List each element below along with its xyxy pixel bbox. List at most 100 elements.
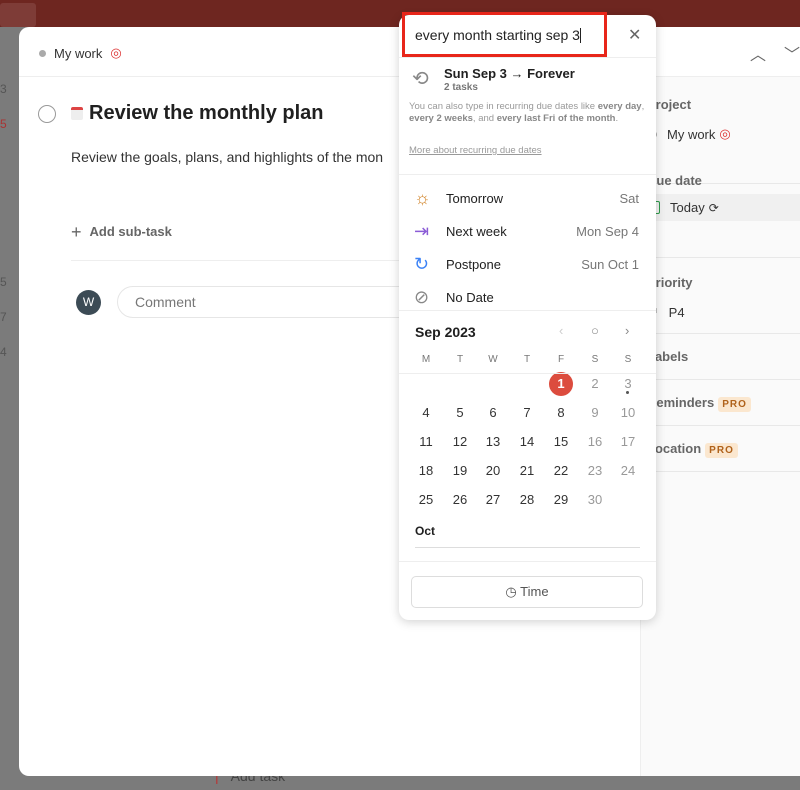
reminders-label: Reminders bbox=[647, 395, 715, 410]
time-button[interactable]: ◷ Time bbox=[411, 576, 643, 608]
target-emoji-icon: ◎ bbox=[719, 126, 731, 141]
divider bbox=[399, 561, 656, 562]
option-name: No Date bbox=[446, 290, 494, 305]
calendar-day[interactable]: 20 bbox=[481, 459, 505, 483]
due-date-input[interactable]: every month starting sep 3 bbox=[402, 12, 607, 57]
calendar-day[interactable]: 24 bbox=[616, 459, 640, 483]
clock-icon: ◷ bbox=[505, 584, 517, 599]
weekday-header: W bbox=[488, 354, 498, 365]
calendar-day[interactable]: 30 bbox=[583, 488, 607, 512]
calendar-day[interactable]: 10 bbox=[616, 401, 640, 425]
labels-field[interactable]: Labels bbox=[647, 349, 800, 364]
calendar-day[interactable]: 14 bbox=[515, 430, 539, 454]
calendar-day[interactable]: 21 bbox=[515, 459, 539, 483]
date-option-next-week[interactable]: ⇥ Next week Mon Sep 4 bbox=[399, 215, 656, 248]
calendar-day[interactable]: 26 bbox=[448, 488, 472, 512]
recurring-hint: You can also type in recurring due dates… bbox=[409, 101, 645, 124]
weekday-header: S bbox=[624, 354, 632, 365]
calendar-day[interactable]: 13 bbox=[481, 430, 505, 454]
divider bbox=[399, 57, 656, 58]
date-option-postpone[interactable]: ↻ Postpone Sun Oct 1 bbox=[399, 248, 656, 281]
task-title-text: Review the monthly plan bbox=[89, 102, 324, 124]
project-label: Project bbox=[647, 97, 692, 112]
next-week-icon: ⇥ bbox=[414, 221, 430, 241]
due-date-value: Today bbox=[670, 200, 705, 215]
close-icon[interactable]: ✕ bbox=[628, 25, 641, 45]
calendar-day[interactable]: 17 bbox=[616, 430, 640, 454]
top-bar-button[interactable] bbox=[0, 3, 36, 27]
bg-count: 3 bbox=[0, 82, 7, 96]
previous-month-icon[interactable]: ‹ bbox=[559, 323, 563, 338]
calendar-day[interactable]: 9 bbox=[583, 401, 607, 425]
priority-label: Priority bbox=[647, 275, 693, 290]
project-dot-icon bbox=[39, 49, 46, 57]
previous-task-icon[interactable]: ︿ bbox=[750, 41, 766, 65]
calendar-day[interactable]: 29 bbox=[549, 488, 573, 512]
bg-count: 5 bbox=[0, 117, 7, 131]
calendar-day[interactable]: 16 bbox=[583, 430, 607, 454]
next-task-icon[interactable]: ﹀ bbox=[784, 41, 800, 65]
divider bbox=[399, 310, 656, 311]
recurring-suggestion[interactable]: Sun Sep 3 → Forever 2 tasks bbox=[444, 66, 575, 93]
calendar-day[interactable]: 11 bbox=[414, 430, 438, 454]
divider bbox=[645, 257, 800, 258]
calendar-emoji-icon bbox=[71, 107, 83, 120]
due-date-label: Due date bbox=[647, 173, 702, 188]
calendar-day[interactable]: 8 bbox=[549, 401, 573, 425]
calendar-day[interactable]: 6 bbox=[481, 401, 505, 425]
recurring-help-link[interactable]: More about recurring due dates bbox=[409, 145, 542, 156]
date-option-tomorrow[interactable]: ☼ Tomorrow Sat bbox=[399, 182, 656, 215]
calendar-day[interactable]: 2 bbox=[583, 372, 607, 396]
divider bbox=[645, 379, 800, 380]
project-value: My work bbox=[667, 126, 716, 142]
recurring-icon: ⟲ bbox=[412, 68, 429, 90]
divider bbox=[645, 425, 800, 426]
sun-icon: ☼ bbox=[414, 188, 431, 208]
selected-dot-icon bbox=[626, 391, 629, 394]
calendar-day[interactable]: 7 bbox=[515, 401, 539, 425]
calendar-day[interactable]: 3 bbox=[616, 372, 640, 396]
calendar-day[interactable]: 12 bbox=[448, 430, 472, 454]
option-name: Postpone bbox=[446, 257, 501, 272]
time-label: Time bbox=[520, 584, 549, 599]
postpone-icon: ↻ bbox=[414, 254, 430, 274]
weekday-header: F bbox=[557, 354, 565, 365]
divider bbox=[645, 471, 800, 472]
next-month-icon[interactable]: › bbox=[625, 323, 629, 338]
priority-field[interactable]: Priority⚐P4 bbox=[647, 275, 800, 320]
calendar-day[interactable]: 18 bbox=[414, 459, 438, 483]
calendar-day[interactable]: 23 bbox=[583, 459, 607, 483]
current-month-icon[interactable]: ○ bbox=[591, 323, 599, 338]
weekday-header: M bbox=[421, 354, 431, 365]
add-subtask-label: Add sub-task bbox=[89, 224, 172, 239]
project-breadcrumb[interactable]: My work ◎ bbox=[39, 45, 122, 61]
option-date: Sun Oct 1 bbox=[581, 257, 639, 272]
calendar-day[interactable]: 5 bbox=[448, 401, 472, 425]
due-date-field[interactable]: Due date Today ⟳ bbox=[641, 173, 800, 221]
pro-badge: PRO bbox=[705, 443, 738, 458]
calendar-day[interactable]: 4 bbox=[414, 401, 438, 425]
plus-icon: + bbox=[71, 222, 82, 242]
calendar-day[interactable]: 19 bbox=[448, 459, 472, 483]
option-date: Mon Sep 4 bbox=[576, 224, 639, 239]
divider bbox=[645, 333, 800, 334]
divider bbox=[399, 373, 656, 374]
calendar-month: Sep 2023 bbox=[415, 324, 476, 340]
bg-count: 7 bbox=[0, 310, 7, 324]
calendar-day[interactable]: 27 bbox=[481, 488, 505, 512]
pro-badge: PRO bbox=[718, 397, 751, 412]
project-field[interactable]: Project My work ◎ bbox=[647, 97, 800, 142]
reminders-field[interactable]: Reminders PRO bbox=[647, 395, 800, 412]
calendar-day[interactable]: 25 bbox=[414, 488, 438, 512]
target-emoji-icon: ◎ bbox=[110, 45, 122, 60]
weekday-header: S bbox=[591, 354, 599, 365]
task-title[interactable]: Review the monthly plan bbox=[71, 102, 323, 125]
add-subtask-button[interactable]: + Add sub-task bbox=[71, 222, 172, 243]
calendar-day[interactable]: 15 bbox=[549, 430, 573, 454]
task-description[interactable]: Review the goals, plans, and highlights … bbox=[71, 149, 383, 165]
complete-checkbox[interactable] bbox=[38, 105, 56, 123]
calendar-day-today[interactable]: 1 bbox=[549, 372, 573, 396]
calendar-day[interactable]: 28 bbox=[515, 488, 539, 512]
location-field[interactable]: Location PRO bbox=[647, 441, 800, 458]
calendar-day[interactable]: 22 bbox=[549, 459, 573, 483]
